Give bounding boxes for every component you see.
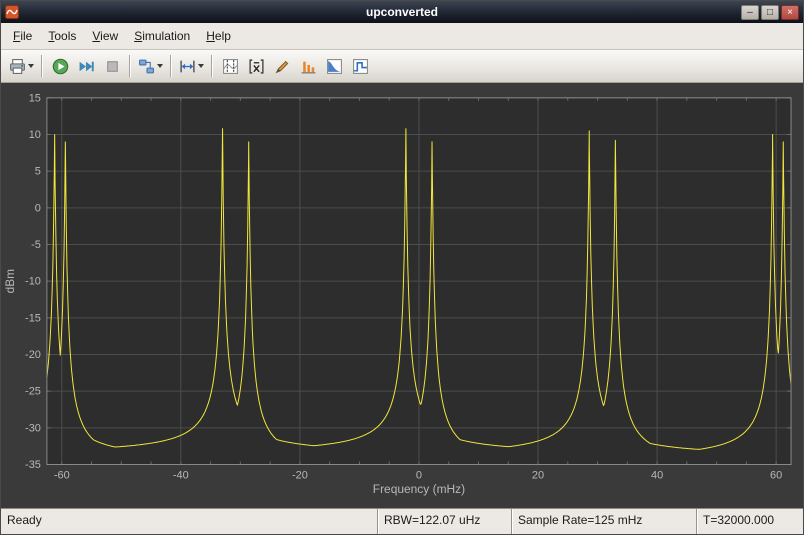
spectrum-plot[interactable]: -60 -40 -20 0 20 40 60 15 10 5 0 -5 -10 -15 -20 -25 -30 -…	[1, 83, 803, 508]
peak-finder-button[interactable]	[269, 54, 295, 78]
svg-text:-20: -20	[25, 349, 41, 361]
signal-statistics-icon	[248, 58, 265, 75]
x-axis-label: Frequency (mHz)	[373, 482, 465, 496]
peak-finder-icon	[274, 58, 291, 75]
play-icon	[52, 58, 69, 75]
cursor-measurements-icon	[222, 58, 239, 75]
toolbar-separator	[170, 55, 172, 77]
svg-text:-15: -15	[25, 312, 41, 324]
svg-text:-5: -5	[31, 239, 41, 251]
spectrum-analyzer-window: upconverted – □ × File Tools View Simula…	[0, 0, 804, 535]
svg-text:10: 10	[29, 129, 41, 141]
svg-text:-60: -60	[54, 469, 70, 481]
y-axis-label: dBm	[3, 269, 17, 293]
spectral-mask-button[interactable]	[347, 54, 373, 78]
scope-app-icon	[5, 5, 19, 19]
stop-icon	[104, 58, 121, 75]
svg-text:-20: -20	[292, 469, 308, 481]
status-sample-rate: Sample Rate=125 mHz	[511, 509, 696, 534]
toolbar-separator	[211, 55, 213, 77]
svg-text:60: 60	[770, 469, 782, 481]
window-title: upconverted	[1, 5, 803, 19]
stop-button[interactable]	[99, 54, 125, 78]
svg-text:40: 40	[651, 469, 663, 481]
spectral-mask-icon	[352, 58, 369, 75]
svg-text:-10: -10	[25, 276, 41, 288]
step-forward-icon	[78, 58, 95, 75]
status-rbw: RBW=122.07 uHz	[377, 509, 511, 534]
print-options-button[interactable]	[6, 54, 37, 78]
toolbar-separator	[41, 55, 43, 77]
close-button[interactable]: ×	[781, 5, 799, 20]
minimize-button[interactable]: –	[741, 5, 759, 20]
titlebar: upconverted – □ ×	[1, 1, 803, 23]
span-arrows-icon	[179, 58, 196, 75]
menu-help[interactable]: Help	[198, 25, 239, 47]
dropdown-arrow-icon	[198, 64, 204, 68]
distortion-measurements-button[interactable]	[295, 54, 321, 78]
svg-text:-40: -40	[173, 469, 189, 481]
span-settings-button[interactable]	[176, 54, 207, 78]
statusbar: Ready RBW=122.07 uHz Sample Rate=125 mHz…	[1, 508, 803, 534]
window-controls: – □ ×	[741, 5, 799, 20]
menu-view[interactable]: View	[84, 25, 126, 47]
status-ready: Ready	[1, 509, 377, 534]
distortion-bars-icon	[300, 58, 317, 75]
plot-region: -60 -40 -20 0 20 40 60 15 10 5 0 -5 -10 -15 -20 -25 -30 -…	[1, 83, 803, 508]
run-button[interactable]	[47, 54, 73, 78]
svg-text:0: 0	[35, 202, 41, 214]
toolbar-separator	[129, 55, 131, 77]
svg-text:-25: -25	[25, 386, 41, 398]
dropdown-arrow-icon	[157, 64, 163, 68]
svg-text:20: 20	[532, 469, 544, 481]
svg-text:0: 0	[416, 469, 422, 481]
menu-simulation[interactable]: Simulation	[126, 25, 198, 47]
menu-file[interactable]: File	[5, 25, 40, 47]
menu-tools[interactable]: Tools	[40, 25, 84, 47]
ccdf-curve-icon	[326, 58, 343, 75]
svg-text:-35: -35	[25, 459, 41, 471]
simulink-blocks-icon	[138, 58, 155, 75]
dropdown-arrow-icon	[28, 64, 34, 68]
svg-text:-30: -30	[25, 422, 41, 434]
printer-icon	[9, 58, 26, 75]
toolbar	[1, 50, 803, 83]
svg-text:5: 5	[35, 166, 41, 178]
cursor-measurements-button[interactable]	[217, 54, 243, 78]
svg-text:15: 15	[29, 92, 41, 104]
ccdf-measurements-button[interactable]	[321, 54, 347, 78]
status-sim-time: T=32000.000	[696, 509, 803, 534]
menubar: File Tools View Simulation Help	[1, 23, 803, 50]
maximize-button[interactable]: □	[761, 5, 779, 20]
signal-statistics-button[interactable]	[243, 54, 269, 78]
step-forward-button[interactable]	[73, 54, 99, 78]
simulation-settings-button[interactable]	[135, 54, 166, 78]
